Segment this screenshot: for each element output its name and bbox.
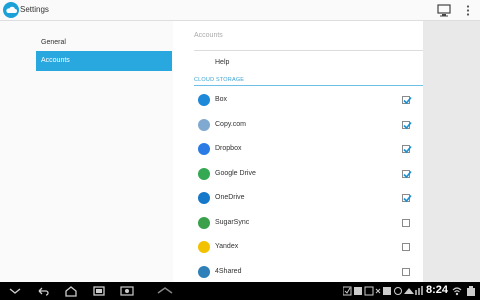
onedrive-logo-icon (198, 192, 210, 204)
app-cloud-icon[interactable] (3, 2, 19, 18)
recent-apps-icon[interactable] (92, 285, 106, 297)
hide-keyboard-icon[interactable] (8, 285, 22, 297)
back-icon[interactable] (36, 285, 50, 297)
service-name: OneDrive (215, 194, 245, 201)
service-row[interactable]: Box (173, 88, 423, 112)
service-row[interactable]: Google Drive (173, 162, 423, 186)
accounts-pane: Accounts Help CLOUD STORAGE Box Copy.com D… (173, 21, 423, 282)
checkmark-icon (403, 145, 412, 154)
service-checkbox[interactable] (402, 267, 410, 276)
status-icons (343, 286, 423, 296)
service-row[interactable]: Yandex (173, 235, 423, 259)
checkmark-icon (403, 96, 412, 105)
screenshot-icon[interactable] (120, 285, 134, 297)
service-row[interactable]: SugarSync (173, 211, 423, 235)
yandex-logo-icon (198, 241, 210, 253)
checkmark-icon (403, 194, 412, 203)
service-checkbox[interactable] (402, 243, 410, 251)
home-icon[interactable] (64, 285, 78, 297)
service-name: SugarSync (215, 218, 250, 226)
nav-item-accounts[interactable]: Accounts (36, 51, 172, 71)
4shared-logo-icon (198, 265, 210, 278)
copy-logo-icon (198, 118, 210, 131)
service-name: Google Drive (215, 169, 256, 177)
battery-icon (467, 286, 475, 296)
wifi-icon (452, 287, 462, 296)
action-bar: Settings (0, 0, 480, 21)
service-row[interactable]: Copy.com (173, 113, 423, 137)
service-name: 4Shared (215, 267, 242, 275)
section-divider (194, 85, 423, 86)
service-checkbox[interactable] (402, 169, 412, 178)
status-clock: 8:24 (426, 284, 449, 296)
service-row[interactable]: OneDrive (173, 186, 423, 210)
service-row[interactable]: 4Shared (173, 260, 423, 284)
nav-item-general[interactable]: General (36, 33, 172, 53)
dropbox-logo-icon (198, 143, 210, 155)
service-name: Box (215, 96, 228, 103)
box-logo-icon (198, 94, 210, 106)
system-nav-bar: 8:24 (0, 282, 480, 300)
service-checkbox[interactable] (402, 218, 410, 227)
settings-nav-pane: General Accounts (0, 21, 173, 282)
service-checkbox[interactable] (402, 194, 412, 203)
multiwindow-handle-icon[interactable] (155, 285, 175, 297)
service-name: Copy.com (215, 120, 246, 128)
cloud-storage-section-label: CLOUD STORAGE (194, 77, 245, 83)
checkmark-icon (403, 170, 412, 178)
help-item[interactable]: Help (215, 59, 229, 66)
service-checkbox[interactable] (402, 96, 412, 105)
overflow-menu-icon[interactable] (465, 4, 471, 17)
screen-mirror-icon[interactable] (437, 4, 451, 17)
sugarsync-logo-icon (198, 216, 210, 229)
checkmark-icon (403, 121, 412, 129)
app-title: Settings (20, 5, 49, 14)
service-name: Yandex (215, 243, 239, 250)
service-checkbox[interactable] (402, 145, 412, 154)
service-name: Dropbox (215, 145, 242, 152)
google-drive-logo-icon (198, 167, 210, 180)
service-checkbox[interactable] (402, 120, 412, 129)
service-row[interactable]: Dropbox (173, 137, 423, 161)
pane-header: Accounts (194, 32, 223, 39)
header-divider (194, 50, 423, 51)
